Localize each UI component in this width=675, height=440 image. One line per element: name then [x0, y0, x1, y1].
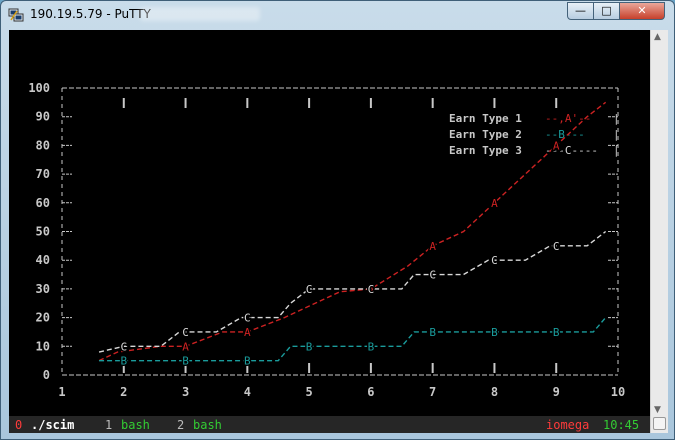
- series-point-marker: C: [120, 340, 127, 353]
- series-point-marker: B: [429, 326, 436, 339]
- series-point-marker: B: [120, 355, 127, 368]
- y-tick-label: 90: [36, 110, 50, 124]
- y-tick-label: 100: [28, 81, 50, 95]
- x-tick-label: 2: [120, 385, 127, 399]
- close-button[interactable]: ✕: [619, 2, 665, 20]
- screen-status-bar: 0 ./scim 1 bash 2 bash iomega 10:45: [9, 416, 650, 433]
- terminal-screen[interactable]: 0 10 20 30 40 50 60 70 80 90 100 1 2 3 4 5 6 7 8 9 10 Earn T…: [9, 30, 650, 433]
- y-tick-label: 80: [36, 138, 50, 152]
- vertical-scrollbar[interactable]: ▲ ▼: [650, 30, 668, 433]
- series-point-marker: C: [491, 254, 498, 267]
- series-point-marker: C: [429, 269, 436, 282]
- x-tick-label: 8: [491, 385, 498, 399]
- y-tick-label: 20: [36, 311, 50, 325]
- legend-border: |: [613, 112, 620, 125]
- x-tick-label: 1: [58, 385, 65, 399]
- series-point-marker: C: [553, 240, 560, 253]
- x-tick-label: 4: [244, 385, 251, 399]
- legend-label: Earn Type 1: [449, 112, 522, 125]
- y-tick-label: 30: [36, 282, 50, 296]
- series-point-marker: B: [553, 326, 560, 339]
- legend-label: Earn Type 2: [449, 128, 522, 141]
- y-tick-label: 10: [36, 339, 50, 353]
- series-point-marker: A: [182, 340, 189, 353]
- status-clock: 10:45: [603, 418, 640, 432]
- series-point-marker: A: [553, 139, 560, 152]
- putty-app-icon[interactable]: [8, 7, 24, 23]
- scroll-down-icon[interactable]: ▼: [654, 405, 661, 415]
- status-hostname: iomega: [546, 418, 590, 432]
- series-point-marker: B: [244, 355, 251, 368]
- chart-legend: Earn Type 1 --,A'-- |Earn Type 2 --B--- |Ear…: [449, 112, 620, 157]
- status-window-1-name[interactable]: bash: [121, 418, 150, 432]
- ascii-line-chart: 0 10 20 30 40 50 60 70 80 90 100 1 2 3 4 5 6 7 8 9 10 Earn T…: [28, 81, 625, 399]
- status-window-0-name[interactable]: ./scim: [31, 418, 74, 432]
- status-window-2-num[interactable]: 2: [177, 418, 184, 432]
- close-icon: ✕: [637, 4, 647, 17]
- series-point-marker: C: [368, 283, 375, 296]
- scrollbar-thumb[interactable]: [653, 417, 666, 430]
- window-title: 190.19.5.79 - PuTTY: [30, 7, 151, 21]
- title-bar[interactable]: 190.19.5.79 - PuTTY — □ ✕: [1, 1, 674, 29]
- x-tick-label: 6: [367, 385, 374, 399]
- series-point-marker: A: [429, 240, 436, 253]
- legend-label: Earn Type 3: [449, 144, 522, 157]
- series-point-marker: B: [306, 340, 313, 353]
- series-line: [99, 317, 607, 362]
- status-window-1-num[interactable]: 1: [105, 418, 112, 432]
- legend-border: |: [613, 128, 620, 141]
- legend-border: |: [613, 144, 620, 157]
- series-line: [98, 230, 607, 353]
- series-point-marker: B: [491, 326, 498, 339]
- y-tick-label: 60: [36, 196, 50, 210]
- y-tick-label: 70: [36, 167, 50, 181]
- x-tick-label: 10: [611, 385, 625, 399]
- legend-line-sample: --B---: [545, 128, 585, 141]
- series-point-marker: A: [491, 197, 498, 210]
- status-window-0-num[interactable]: 0: [15, 418, 22, 432]
- series-point-marker: C: [306, 283, 313, 296]
- maximize-button[interactable]: □: [593, 2, 620, 20]
- chart-series: AAAAAAB B BB BB B BCCCC CCCC: [98, 101, 607, 369]
- scroll-up-icon[interactable]: ▲: [654, 32, 661, 42]
- series-point-marker: B: [182, 355, 189, 368]
- minimize-icon: —: [575, 4, 586, 17]
- title-redaction: [140, 7, 260, 21]
- x-tick-label: 3: [182, 385, 189, 399]
- y-tick-label: 50: [36, 225, 50, 239]
- series-point-marker: C: [244, 312, 251, 325]
- x-tick-label: 5: [305, 385, 312, 399]
- series-point-marker: A: [244, 326, 251, 339]
- putty-window: 190.19.5.79 - PuTTY — □ ✕ 0 10 20 30 40 50 60 7…: [0, 0, 675, 440]
- x-tick-label: 7: [429, 385, 436, 399]
- series-point-marker: B: [368, 340, 375, 353]
- maximize-icon: □: [601, 4, 612, 17]
- y-tick-label: 0: [43, 368, 50, 382]
- chart-axes: 0 10 20 30 40 50 60 70 80 90 100 1 2 3 4 5 6 7 8 9 10: [28, 81, 625, 399]
- y-tick-label: 40: [36, 253, 50, 267]
- status-window-2-name[interactable]: bash: [193, 418, 222, 432]
- series-line: [98, 101, 607, 362]
- x-tick-label: 9: [553, 385, 560, 399]
- minimize-button[interactable]: —: [567, 2, 594, 20]
- series-point-marker: C: [182, 326, 189, 339]
